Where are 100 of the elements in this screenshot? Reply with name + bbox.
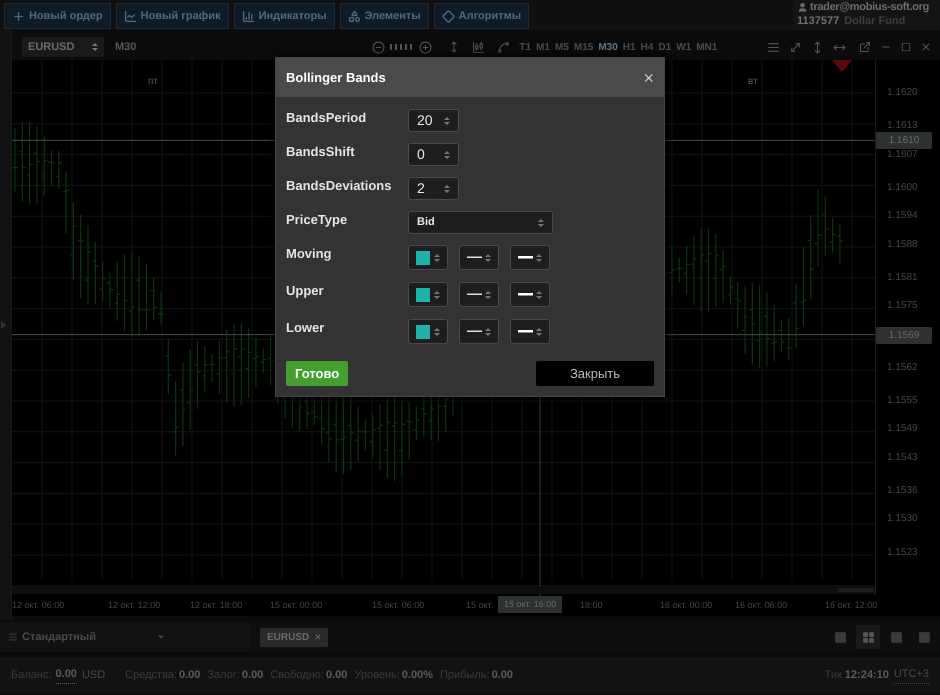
spinner-icon <box>434 252 440 262</box>
line-style-select[interactable] <box>459 319 499 344</box>
price-marker: 1.1610 <box>876 132 932 150</box>
price-label: 1.1581 <box>887 272 918 284</box>
field-label: BandsDeviations <box>286 177 392 195</box>
color-picker[interactable] <box>408 319 448 344</box>
time-label: 15 окт. <box>466 599 494 612</box>
time-label: 16 окт. 12:00 <box>825 599 878 612</box>
bar-chart-icon <box>242 10 255 22</box>
price-label: 1.1575 <box>887 300 918 312</box>
spinner-icon <box>536 326 542 336</box>
number-field[interactable]: 20 <box>408 109 459 132</box>
candlestick-icon[interactable] <box>472 40 486 54</box>
zoom-in-icon[interactable] <box>419 40 432 54</box>
symbol-select[interactable]: EURUSD <box>22 37 104 57</box>
thin-line-icon <box>467 330 482 333</box>
time-label: 12 окт. 12:00 <box>108 599 160 612</box>
layout-button[interactable] <box>856 625 880 649</box>
dialog-title: Bollinger Bands <box>286 68 386 87</box>
line-width-select[interactable] <box>510 245 550 270</box>
spinner-icon <box>536 290 542 300</box>
thin-line-icon <box>467 293 482 296</box>
timeframe-button[interactable]: D1 <box>658 40 672 54</box>
toolbar-button[interactable]: Индикаторы <box>234 3 335 29</box>
price-label: 1.1588 <box>887 238 918 251</box>
line-style-select[interactable] <box>459 282 499 307</box>
line-chart-type-icon[interactable] <box>497 40 510 54</box>
field-label: Lower <box>286 319 326 337</box>
time-label: 15 окт. 06:00 <box>372 599 424 612</box>
field-label: BandsShift <box>286 143 356 161</box>
price-label: 1.1620 <box>887 87 918 99</box>
timeframe-button[interactable]: M15 <box>574 40 594 54</box>
line-chart-icon <box>124 10 137 22</box>
status-value: 0.00 <box>326 668 348 683</box>
timeframe-button[interactable]: H4 <box>640 40 654 54</box>
status-value: 0.00 <box>178 668 200 683</box>
price-label: 1.1543 <box>887 452 918 464</box>
time-label: 12 окт. 06:00 <box>12 599 64 612</box>
pop-out-icon[interactable] <box>859 41 871 53</box>
price-label: 1.1600 <box>887 182 918 194</box>
spinner-icon <box>485 326 491 336</box>
price-label: 1.1607 <box>887 148 918 161</box>
spinner-icon <box>485 252 491 262</box>
timeframe-button[interactable]: T1 <box>519 40 532 54</box>
zoom-out-icon[interactable] <box>372 40 386 54</box>
time-label: 16 окт. 00:00 <box>660 599 712 612</box>
toolbar-button[interactable]: Элементы <box>340 3 429 29</box>
price-label: 1.1536 <box>887 485 918 498</box>
timeframe-button[interactable]: M5 <box>554 40 569 54</box>
close-icon[interactable] <box>920 41 932 53</box>
toolbar-button[interactable]: Новый график <box>116 3 229 29</box>
spinner-icon <box>444 150 450 160</box>
done-button[interactable]: Готово <box>286 361 348 386</box>
field-label: BandsPeriod <box>286 109 368 127</box>
dialog-close-button[interactable]: × <box>643 68 654 86</box>
trend-line-icon[interactable] <box>789 40 802 54</box>
spinner-icon <box>434 290 440 300</box>
line-width-select[interactable] <box>510 282 550 307</box>
toolbar-button[interactable]: Новый ордер <box>4 3 111 29</box>
timeframe-button[interactable]: W1 <box>676 40 692 54</box>
thick-line-icon <box>518 330 533 333</box>
thick-line-icon <box>518 293 533 296</box>
spinner-icon <box>92 42 98 52</box>
columns-layout-icon <box>890 630 902 644</box>
color-picker[interactable] <box>408 282 448 307</box>
day-label: пт <box>148 75 158 89</box>
account-number: 1137577 <box>797 14 840 28</box>
toolbar-button[interactable]: Алгоритмы <box>434 3 530 29</box>
indicator-list-icon[interactable] <box>767 40 780 54</box>
timeframe-button[interactable]: M30 <box>598 40 618 54</box>
price-label: 1.1549 <box>887 423 918 436</box>
status-value: 0.00% <box>402 668 433 683</box>
thin-line-icon <box>467 256 482 259</box>
color-picker[interactable] <box>408 245 448 270</box>
expand-arrow-icon[interactable] <box>1 321 6 329</box>
spinner-icon <box>444 116 450 126</box>
select-field[interactable]: Bid <box>408 211 553 234</box>
maximize-icon[interactable] <box>901 42 911 52</box>
plus-icon <box>12 10 25 22</box>
triangle-marker-icon <box>832 60 852 72</box>
timeframe-button[interactable]: MN1 <box>696 40 718 54</box>
cursor-time-label: 15 окт. 16:00 <box>498 596 562 613</box>
spinner-icon <box>485 290 491 300</box>
number-field[interactable]: 0 <box>408 143 459 166</box>
chart-tab[interactable]: EURUSD × <box>260 628 328 646</box>
price-marker: 1.1569 <box>876 326 932 344</box>
line-width-select[interactable] <box>510 319 550 344</box>
tab-close[interactable]: × <box>314 628 322 646</box>
spinner-icon <box>536 252 542 262</box>
line-style-select[interactable] <box>459 245 499 270</box>
number-field[interactable]: 2 <box>408 177 459 200</box>
account-email: trader@mobius-soft.org <box>810 0 930 14</box>
timeframe-button[interactable]: H1 <box>622 40 636 54</box>
price-label: 1.1594 <box>887 210 918 222</box>
timeframe-button[interactable]: M1 <box>536 40 550 54</box>
close-button[interactable]: Закрыть <box>536 361 654 386</box>
price-label: 1.1613 <box>887 120 918 132</box>
single-layout-icon <box>834 630 846 644</box>
period-label: M30 <box>115 40 136 55</box>
diamond-icon <box>442 10 455 22</box>
